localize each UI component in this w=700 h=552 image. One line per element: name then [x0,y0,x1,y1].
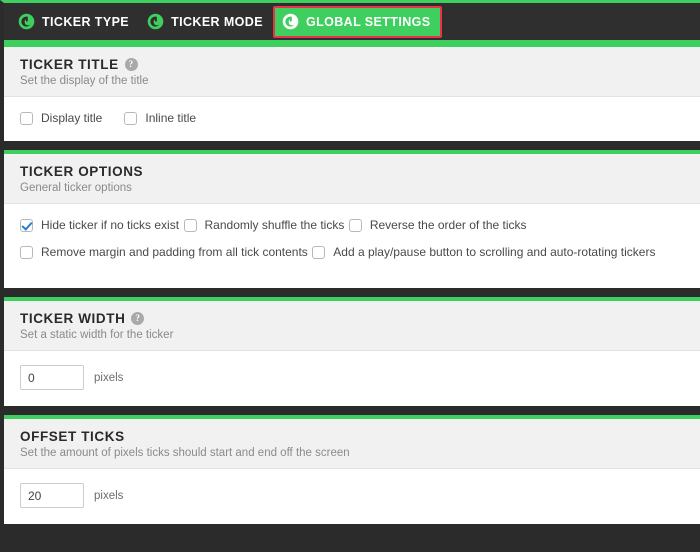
tab-label: TICKER TYPE [42,14,130,29]
panel-title: TICKER TITLE [20,57,119,72]
checkbox-remove-margin[interactable]: Remove margin and padding from all tick … [20,245,308,259]
checkbox-hide-ticker[interactable]: Hide ticker if no ticks exist [20,218,179,232]
checkbox-box[interactable] [348,218,362,232]
checkbox-label: Reverse the order of the ticks [369,218,527,232]
unit-label: pixels [94,489,124,502]
checkbox-reverse-order[interactable]: Reverse the order of the ticks [348,218,527,232]
field-row: pixels [20,365,684,390]
tab-label: TICKER MODE [171,14,263,29]
checkbox-inline-title[interactable]: Inline title [124,111,196,125]
panel-subtitle: Set the display of the title [20,75,149,87]
checkbox-label: Inline title [145,111,197,125]
panel-title-row: OFFSET TICKS [20,429,684,444]
panel-list: TICKER TITLE ? Set the display of the ti… [4,43,700,524]
panel-ticker-title: TICKER TITLE ? Set the display of the ti… [4,43,700,141]
checkbox-box[interactable] [183,218,197,232]
panel-header: OFFSET TICKS Set the amount of pixels ti… [4,419,700,469]
settings-page: TICKER TYPE TICKER MODE GLOBAL SETTINGS … [0,0,700,552]
checkbox-box[interactable] [20,218,33,232]
ticker-width-input[interactable] [20,365,84,390]
help-icon[interactable]: ? [131,312,145,325]
panel-body: Display title Inline title [4,97,700,141]
panel-title: OFFSET TICKS [20,429,125,444]
offset-ticks-input[interactable] [20,483,84,508]
panel-body: pixels [4,351,700,406]
field-row: pixels [20,483,684,508]
checkbox-label: Randomly shuffle the ticks [204,218,345,232]
panel-body: pixels [4,469,700,524]
panel-subtitle: General ticker options [20,182,132,194]
ticker-icon [18,13,35,30]
checkbox-box[interactable] [20,245,33,259]
panel-subtitle: Set the amount of pixels ticks should st… [20,447,350,459]
checkbox-box[interactable] [124,111,138,125]
checkbox-display-title[interactable]: Display title [20,111,102,125]
panel-offset-ticks: OFFSET TICKS Set the amount of pixels ti… [4,415,700,524]
panel-body: Hide ticker if no ticks exist Randomly s… [4,204,700,288]
panel-ticker-width: TICKER WIDTH ? Set a static width for th… [4,297,700,406]
tab-global-settings[interactable]: GLOBAL SETTINGS [272,5,442,38]
checkbox-label: Remove margin and padding from all tick … [41,245,308,259]
panel-header: TICKER OPTIONS General ticker options [4,154,700,204]
panel-subtitle: Set a static width for the ticker [20,329,174,341]
checkbox-label: Display title [41,111,103,125]
help-icon[interactable]: ? [124,58,138,71]
panel-header: TICKER TITLE ? Set the display of the ti… [4,47,700,97]
ticker-icon [147,13,164,30]
panel-title: TICKER OPTIONS [20,164,144,179]
tab-ticker-type[interactable]: TICKER TYPE [10,7,139,37]
checkbox-play-pause-button[interactable]: Add a play/pause button to scrolling and… [312,245,655,259]
checkbox-label: Hide ticker if no ticks exist [41,218,180,232]
checkbox-label: Add a play/pause button to scrolling and… [333,245,656,259]
tab-ticker-mode[interactable]: TICKER MODE [139,7,273,37]
checkbox-box[interactable] [20,111,33,125]
unit-label: pixels [94,371,124,384]
checkbox-box[interactable] [312,245,326,259]
panel-ticker-options: TICKER OPTIONS General ticker options Hi… [4,150,700,288]
panel-title-row: TICKER WIDTH ? [20,311,684,326]
checkbox-row: Display title Inline title [20,111,684,125]
panel-title-row: TICKER OPTIONS [20,164,684,179]
checkbox-shuffle-ticks[interactable]: Randomly shuffle the ticks [183,218,345,232]
panel-header: TICKER WIDTH ? Set a static width for th… [4,301,700,351]
ticker-icon [282,13,299,30]
panel-title-row: TICKER TITLE ? [20,57,684,72]
tab-label: GLOBAL SETTINGS [305,14,431,29]
tab-bar: TICKER TYPE TICKER MODE GLOBAL SETTINGS [4,3,700,43]
panel-title: TICKER WIDTH [20,311,126,326]
